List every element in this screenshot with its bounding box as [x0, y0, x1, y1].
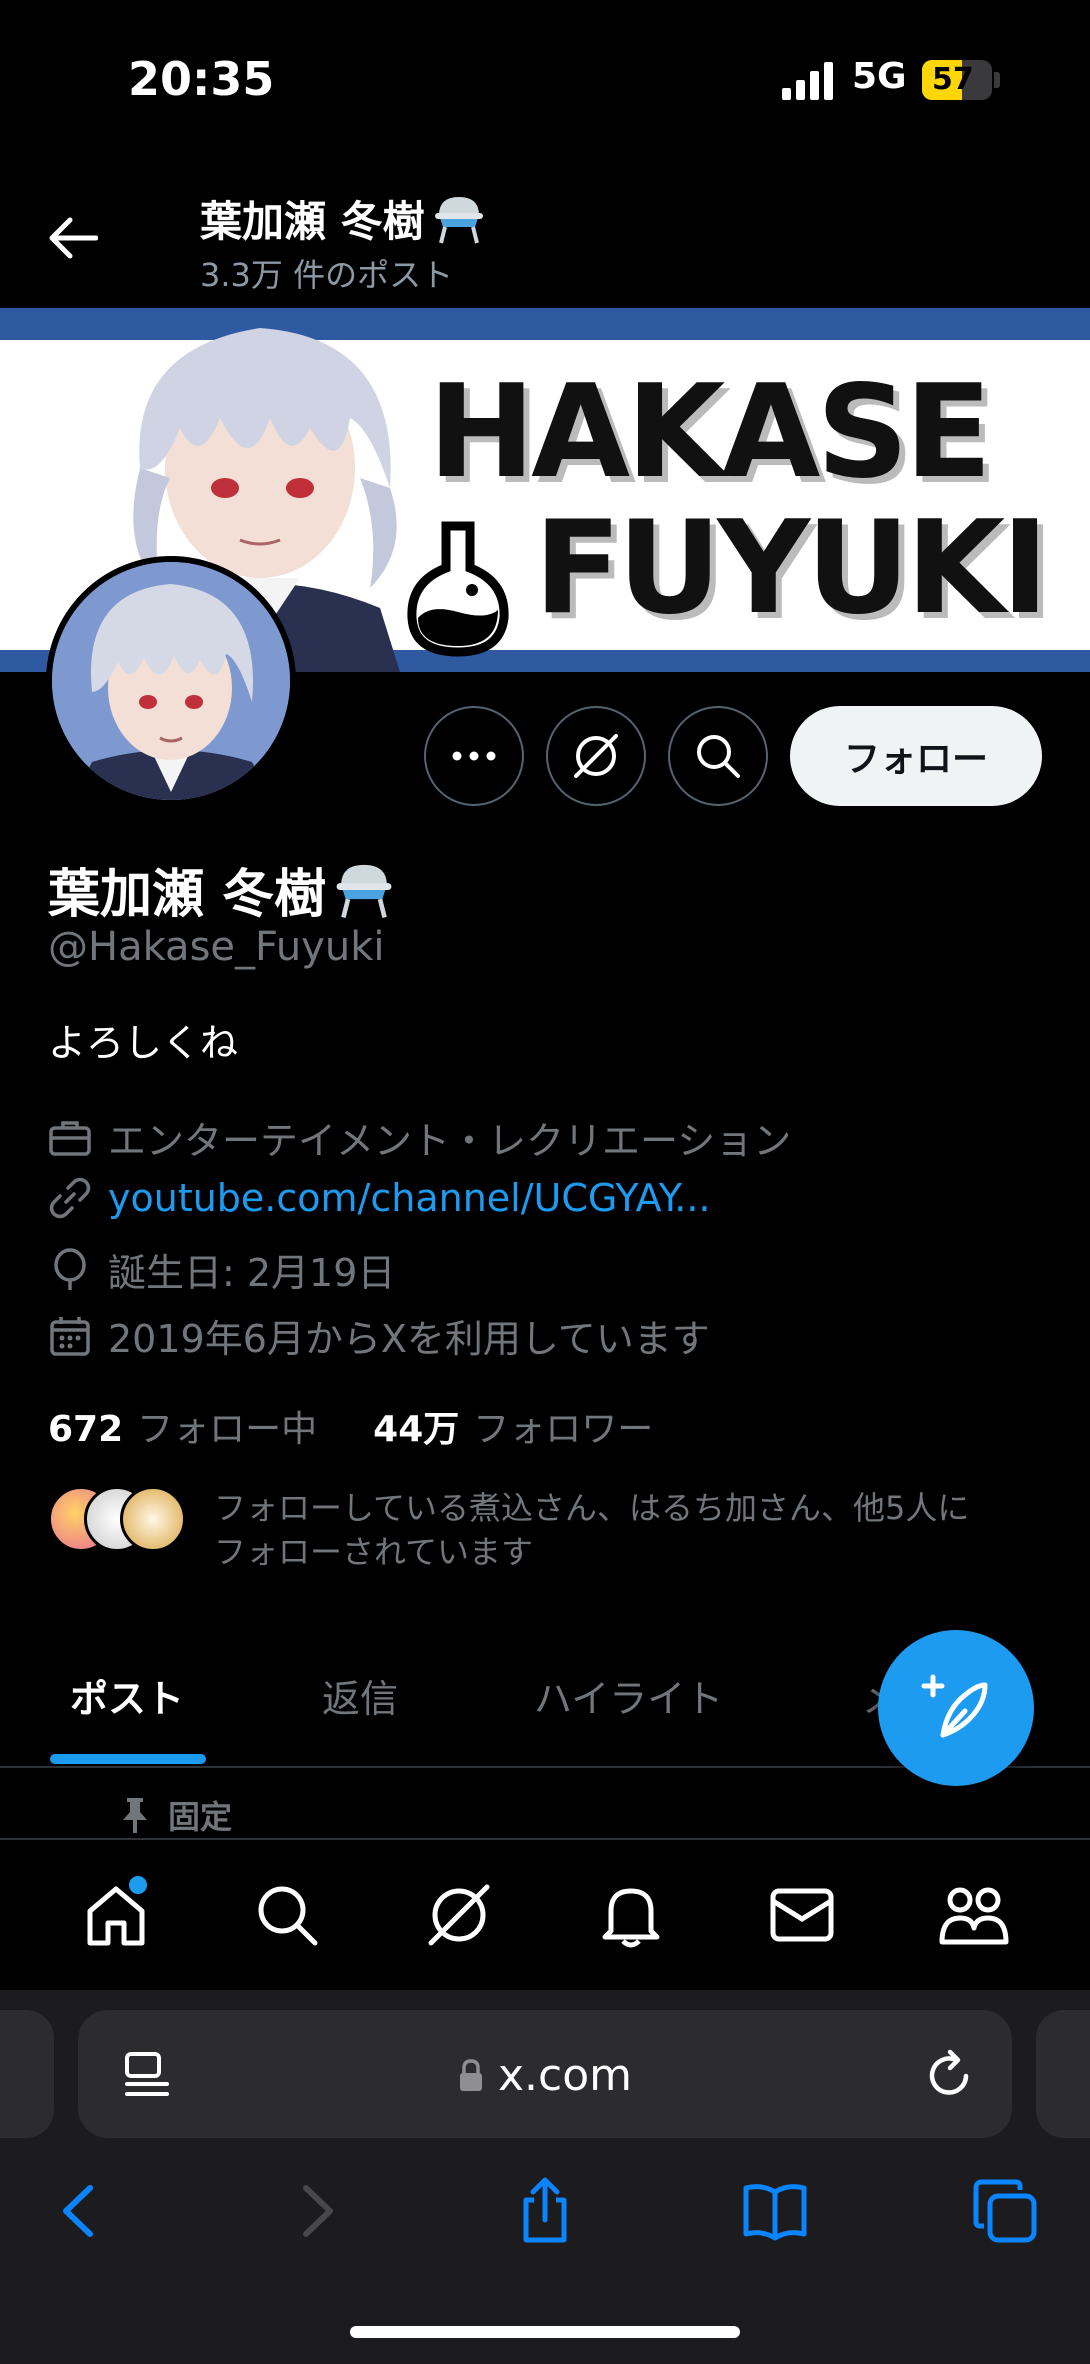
back-icon[interactable] — [46, 2176, 116, 2246]
mutual-avatar-3 — [120, 1486, 186, 1552]
header-title: 葉加瀬 冬樹 — [200, 188, 487, 249]
followers-count: 44万 — [373, 1409, 460, 1450]
tab-highlights[interactable]: ハイライト — [534, 1668, 723, 1723]
lock-icon — [460, 2058, 482, 2091]
profile-link-row: youtube.com/channel/UCGYAY... — [48, 1176, 710, 1220]
banner-text-line2: FUYUKI — [534, 494, 1049, 643]
pinned-indicator: 固定 — [120, 1792, 232, 1838]
url-text: x.com — [498, 2050, 632, 2101]
more-button[interactable] — [424, 706, 524, 806]
followers-label: フォロワー — [473, 1409, 654, 1450]
back-arrow-icon[interactable] — [46, 216, 98, 260]
more-dots-icon — [452, 751, 496, 761]
forward-icon[interactable] — [280, 2176, 350, 2246]
tab-posts[interactable]: ポスト — [70, 1668, 184, 1723]
profile-joined: 2019年6月からXを利用しています — [48, 1308, 710, 1363]
profile-birthday: 誕生日: 2月19日 — [48, 1242, 395, 1297]
compose-post-button[interactable] — [878, 1630, 1034, 1786]
share-icon[interactable] — [510, 2176, 580, 2246]
nav-notifications[interactable] — [586, 1870, 676, 1960]
post-count: 3.3万 件のポスト — [200, 256, 454, 294]
battery-icon: 57 — [922, 60, 992, 100]
next-tab-preview[interactable] — [1036, 2010, 1090, 2138]
tabs-icon[interactable] — [970, 2176, 1040, 2246]
profile-category: エンターテイメント・レクリエーション — [48, 1110, 791, 1165]
followers-stat[interactable]: 44万 フォロワー — [373, 1400, 653, 1452]
followers-you-know-avatars[interactable] — [48, 1486, 188, 1556]
nav-search[interactable] — [242, 1870, 332, 1960]
nav-messages[interactable] — [757, 1870, 847, 1960]
reload-icon[interactable] — [920, 2046, 978, 2104]
search-icon — [258, 1886, 318, 1946]
followers-you-know-line2: フォローされています — [214, 1533, 534, 1571]
battery-tip — [994, 72, 1000, 88]
following-stat[interactable]: 672 フォロー中 — [48, 1400, 317, 1452]
search-icon — [697, 735, 740, 778]
flask-emoji-icon — [336, 864, 392, 918]
follow-stats: 672 フォロー中 44万 フォロワー — [48, 1400, 653, 1452]
joined-text: 2019年6月からXを利用しています — [108, 1317, 710, 1361]
nav-grok[interactable] — [414, 1870, 504, 1960]
follow-button[interactable]: フォロー — [790, 706, 1042, 806]
profile-name: 葉加瀬 冬樹 — [48, 865, 327, 925]
avatar-illustration — [52, 562, 290, 800]
messages-envelope-icon — [770, 1888, 834, 1942]
compose-feather-icon — [921, 1674, 988, 1738]
pinned-label: 固定 — [168, 1798, 233, 1836]
previous-tab-preview[interactable] — [0, 2010, 54, 2138]
calendar-icon — [50, 1316, 90, 1356]
profile-bio: よろしくね — [48, 1021, 239, 1065]
balloon-icon — [54, 1247, 86, 1290]
nav-home[interactable] — [71, 1870, 161, 1960]
nav-communities[interactable] — [929, 1870, 1019, 1960]
notifications-bell-icon — [602, 1888, 660, 1948]
home-indicator — [350, 2326, 740, 2338]
profile-name-row: 葉加瀬 冬樹 — [48, 852, 396, 927]
status-time: 20:35 — [128, 52, 275, 106]
category-text: エンターテイメント・レクリエーション — [108, 1119, 792, 1163]
signal-icon — [782, 62, 833, 100]
followers-you-know-line1: フォローしている煮込さん、はるち加さん、他5人に — [214, 1489, 970, 1527]
profile-avatar[interactable] — [46, 556, 296, 806]
profile-link[interactable]: youtube.com/channel/UCGYAY... — [108, 1176, 710, 1220]
link-icon — [49, 1177, 91, 1219]
communities-icon — [939, 1887, 1009, 1945]
header-name: 葉加瀬 冬樹 — [200, 197, 425, 246]
url-display[interactable]: x.com — [458, 2050, 632, 2101]
home-notification-dot — [128, 1876, 147, 1894]
briefcase-icon — [49, 1120, 91, 1156]
birthday-text: 誕生日: 2月19日 — [108, 1251, 396, 1295]
grok-button[interactable] — [546, 706, 646, 806]
grok-icon — [574, 734, 618, 778]
flask-emoji-icon — [434, 196, 483, 243]
followers-you-know-text[interactable]: フォローしている煮込さん、はるち加さん、他5人に フォローされています — [214, 1486, 1034, 1574]
tab-replies[interactable]: 返信 — [322, 1668, 398, 1723]
battery-level: 57 — [932, 62, 974, 97]
banner-text-line1: HAKASE — [428, 358, 992, 507]
following-label: フォロー中 — [137, 1409, 318, 1450]
profile-handle: @Hakase_Fuyuki — [48, 924, 385, 970]
page-menu-icon[interactable] — [118, 2046, 176, 2104]
pin-icon — [123, 1798, 147, 1833]
grok-icon — [428, 1884, 490, 1946]
network-type: 5G — [852, 56, 907, 97]
bookmarks-icon[interactable] — [740, 2176, 810, 2246]
active-tab-indicator — [50, 1754, 206, 1764]
banner-flask-icon — [407, 521, 509, 657]
bottom-nav — [0, 1840, 1090, 1990]
following-count: 672 — [48, 1409, 124, 1450]
search-profile-button[interactable] — [668, 706, 768, 806]
